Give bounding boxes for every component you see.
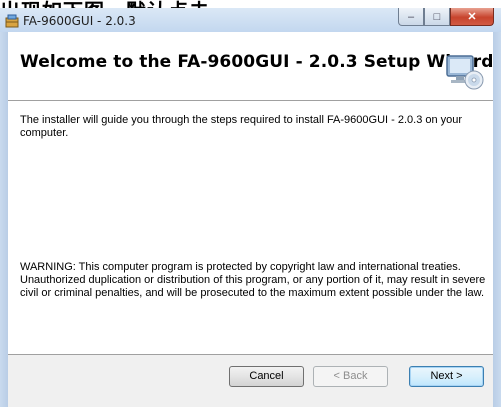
minimize-button[interactable]: – [398,8,424,26]
intro-text: The installer will guide you through the… [20,114,463,139]
maximize-button[interactable]: □ [424,8,450,26]
title-bar[interactable]: FA-9600GUI - 2.0.3 – □ ✕ [0,8,501,33]
wizard-body: The installer will guide you through the… [8,101,493,354]
window-controls: – □ ✕ [398,8,494,28]
wizard-footer: Cancel < Back Next > [8,355,493,407]
copyright-warning: WARNING: This computer program is protec… [20,261,486,299]
cancel-button[interactable]: Cancel [229,366,304,387]
close-button[interactable]: ✕ [450,8,494,26]
wizard-title: Welcome to the FA-9600GUI - 2.0.3 Setup … [20,52,494,72]
installer-box-icon [5,14,19,28]
window-frame-left [0,32,8,407]
computer-cd-icon [446,55,484,90]
wizard-header: Welcome to the FA-9600GUI - 2.0.3 Setup … [8,32,493,101]
next-button[interactable]: Next > [409,366,484,387]
minimize-icon: – [407,10,415,23]
setup-wizard-window: FA-9600GUI - 2.0.3 – □ ✕ Welcome to the … [0,8,501,407]
window-frame-right [493,32,501,407]
window-title: FA-9600GUI - 2.0.3 [23,14,136,28]
back-button[interactable]: < Back [313,366,388,387]
maximize-icon: □ [433,10,441,23]
close-icon: ✕ [467,11,477,23]
